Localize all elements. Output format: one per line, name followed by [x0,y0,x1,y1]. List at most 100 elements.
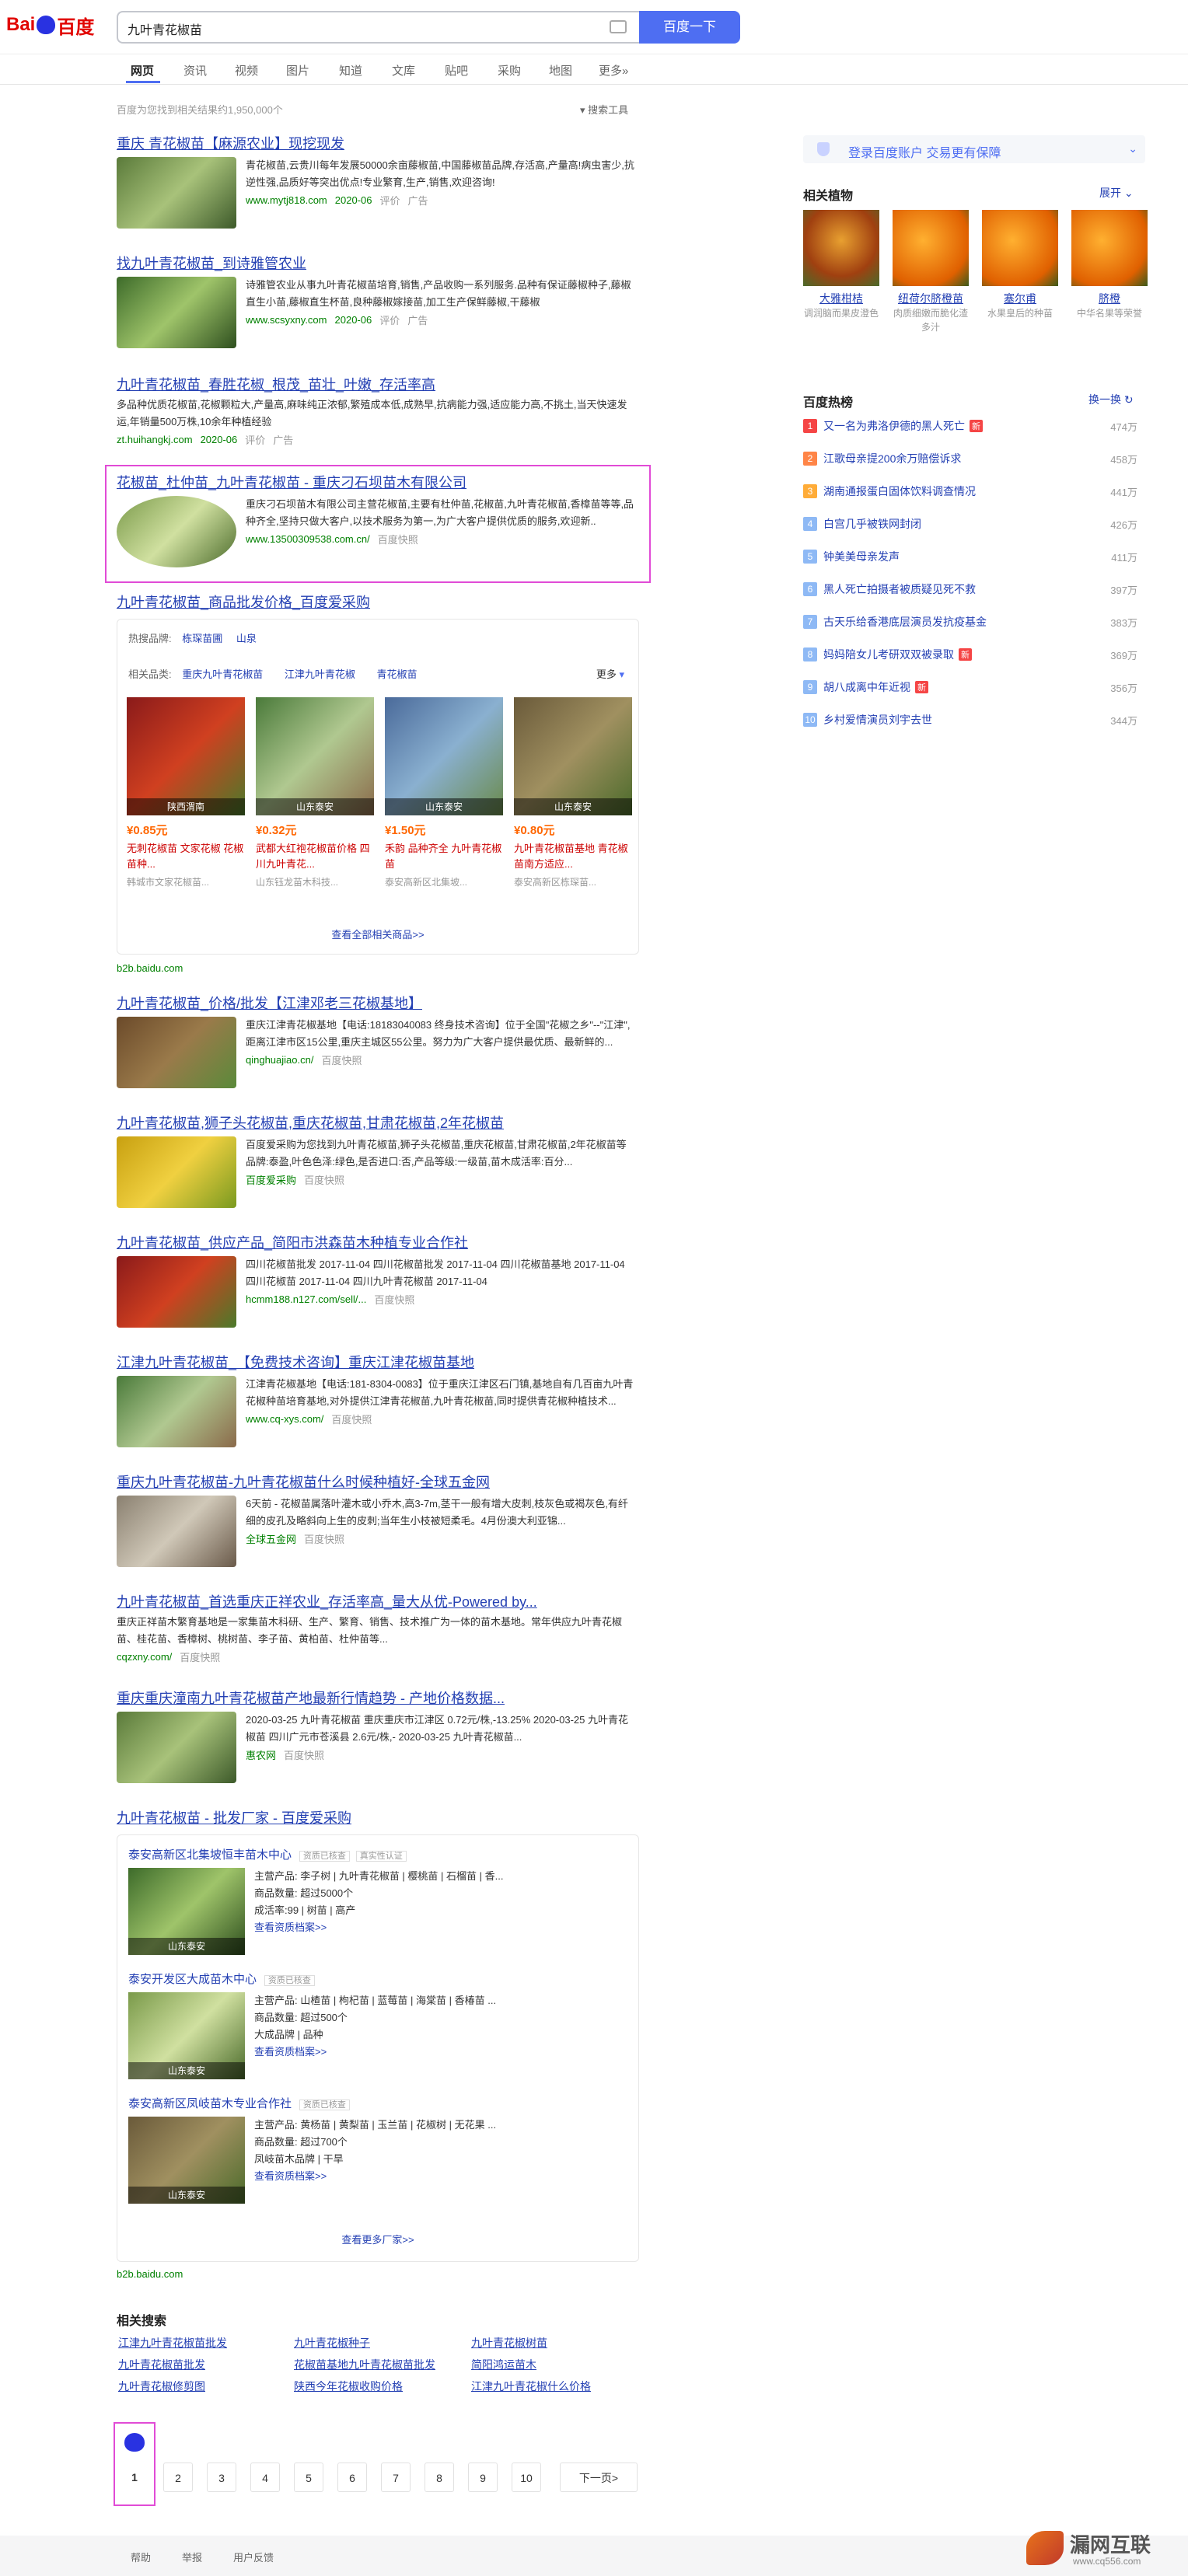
hot-title[interactable]: 妈妈陪女儿考研双双被录取 [823,647,954,662]
product-item[interactable]: 山东泰安 ¥0.32元 武都大红袍花椒苗价格 四川九叶青花... 山东钰龙苗木科… [256,697,374,888]
snapshot-link[interactable]: 百度快照 [331,1412,372,1426]
hot-title[interactable]: 钟美美母亲发声 [823,549,900,564]
refresh-button[interactable]: 换一换 ↻ [1088,392,1134,407]
result-url[interactable]: hcmm188.n127.com/sell/... [246,1293,366,1305]
related-search-item[interactable]: 花椒苗基地九叶青花椒苗批发 [294,2357,435,2372]
result-thumbnail[interactable] [117,1712,236,1783]
hot-title[interactable]: 黑人死亡拍摄者被质疑见死不救 [823,581,976,597]
hot-title[interactable]: 乡村爱情演员刘宇去世 [823,712,932,728]
plant-card[interactable]: 纽荷尔脐橙苗 肉质细嫩而脆化渣多汁 [893,210,969,334]
page-10[interactable]: 10 [512,2463,541,2492]
result-title[interactable]: 九叶青花椒苗_价格/批发【江津邓老三花椒基地】 [117,993,638,1014]
result-url[interactable]: www.13500309538.com.cn/ [246,533,370,545]
factory-name[interactable]: 泰安开发区大成苗木中心 [128,1973,257,1986]
tab-image[interactable]: 图片 [286,62,309,79]
plant-card[interactable]: 塞尔甫 水果皇后的种苗 [982,210,1058,320]
hot-item[interactable]: 6 黑人死亡拍摄者被质疑见死不救 397万 [803,575,1137,603]
product-item[interactable]: 山东泰安 ¥1.50元 禾韵 品种齐全 九叶青花椒苗 泰安高新区北集坡... [385,697,503,888]
result-thumbnail[interactable] [117,1256,236,1328]
result-title[interactable]: 九叶青花椒苗,狮子头花椒苗,重庆花椒苗,甘肃花椒苗,2年花椒苗 [117,1113,638,1133]
related-category[interactable]: 重庆九叶青花椒苗 [182,668,263,680]
snapshot-link[interactable]: 百度快照 [180,1649,220,1664]
tab-map[interactable]: 地图 [549,62,572,79]
result-url[interactable]: b2b.baidu.com [117,2268,183,2280]
snapshot-link[interactable]: 百度快照 [304,1531,344,1546]
hot-title[interactable]: 胡八成离中年近视 [823,679,910,695]
product-title[interactable]: 武都大红袍花椒苗价格 四川九叶青花... [256,841,374,872]
plant-image[interactable] [893,210,969,286]
product-image[interactable]: 山东泰安 [385,697,503,815]
hot-item[interactable]: 5 钟美美母亲发声 411万 [803,543,1137,571]
related-search-item[interactable]: 九叶青花椒苗批发 [118,2357,205,2372]
result-rate[interactable]: 评价 [379,193,400,208]
plant-image[interactable] [803,210,879,286]
page-2[interactable]: 2 [163,2463,193,2492]
hot-item[interactable]: 7 古天乐给香港底层演员发抗疫基金 383万 [803,608,1137,636]
page-8[interactable]: 8 [425,2463,454,2492]
tab-zhidao[interactable]: 知道 [339,62,362,79]
factory-profile-link[interactable]: 查看资质档案>> [254,2168,620,2185]
hot-item[interactable]: 1 又一名为弗洛伊德的黑人死亡新 474万 [803,412,1137,440]
related-search-item[interactable]: 九叶青花椒修剪图 [118,2379,205,2394]
tab-video[interactable]: 视频 [235,62,258,79]
product-title[interactable]: 禾韵 品种齐全 九叶青花椒苗 [385,841,503,872]
plant-image[interactable] [1071,210,1148,286]
tab-news[interactable]: 资讯 [183,62,207,79]
result-url[interactable]: www.mytj818.com [246,194,327,206]
plant-name[interactable]: 塞尔甫 [982,291,1058,306]
result-thumbnail[interactable] [117,277,236,348]
hot-title[interactable]: 又一名为弗洛伊德的黑人死亡 [823,418,965,434]
tab-tieba[interactable]: 贴吧 [445,62,468,79]
result-thumbnail[interactable] [117,157,236,229]
product-title[interactable]: 九叶青花椒苗基地 青花椒苗南方适应... [514,841,632,872]
factory-profile-link[interactable]: 查看资质档案>> [254,2044,620,2061]
tab-web[interactable]: 网页 [131,62,154,79]
hot-brand[interactable]: 栋琛苗圃 [182,633,222,644]
result-url[interactable]: 全球五金网 [246,1531,296,1546]
plant-name[interactable]: 脐橙 [1071,291,1148,306]
result-title[interactable]: 重庆重庆潼南九叶青花椒苗产地最新行情趋势 - 产地价格数据... [117,1688,638,1709]
camera-icon[interactable] [610,20,627,33]
factory-name[interactable]: 泰安高新区凤岐苗木专业合作社 [128,2097,292,2110]
factory-name[interactable]: 泰安高新区北集坡恒丰苗木中心 [128,1848,292,1862]
product-title[interactable]: 无刺花椒苗 文家花椒 花椒苗种... [127,841,245,872]
related-category[interactable]: 江津九叶青花椒 [285,668,355,680]
product-item[interactable]: 山东泰安 ¥0.80元 九叶青花椒苗基地 青花椒苗南方适应... 泰安高新区栋琛… [514,697,632,888]
factory-image[interactable]: 山东泰安 [128,2117,245,2204]
hot-item[interactable]: 3 湖南通报蛋白固体饮料调查情况 441万 [803,477,1137,505]
result-url[interactable]: cqzxny.com/ [117,1651,172,1663]
search-tools[interactable]: ▾ 搜索工具 [580,102,628,117]
related-search-item[interactable]: 江津九叶青花椒什么价格 [471,2379,591,2394]
search-box[interactable]: 九叶青花椒苗 [117,11,639,44]
hot-title[interactable]: 湖南通报蛋白固体饮料调查情况 [823,483,976,499]
factory-profile-link[interactable]: 查看资质档案>> [254,1919,620,1936]
product-item[interactable]: 陕西渭南 ¥0.85元 无刺花椒苗 文家花椒 花椒苗种... 韩城市文家花椒苗.… [127,697,245,888]
result-url[interactable]: zt.huihangkj.com [117,434,193,445]
related-search-item[interactable]: 陕西今年花椒收购价格 [294,2379,403,2394]
result-title[interactable]: 九叶青花椒苗_春胜花椒_根茂_苗壮_叶嫩_存活率高 [117,375,638,395]
search-button[interactable]: 百度一下 [639,11,740,44]
hot-item[interactable]: 4 白宫几乎被铁网封闭 426万 [803,510,1137,538]
result-thumbnail[interactable] [117,1496,236,1567]
more-link[interactable]: 更多 ▾ [596,666,624,681]
page-1[interactable]: 1 [120,2463,149,2492]
tab-wenku[interactable]: 文库 [392,62,415,79]
result-title[interactable]: 花椒苗_杜仲苗_九叶青花椒苗 - 重庆刁石坝苗木有限公司 [117,473,638,493]
snapshot-link[interactable]: 百度快照 [374,1292,414,1307]
plant-name[interactable]: 大雅柑桔 [803,291,879,306]
result-thumbnail[interactable] [117,1136,236,1208]
plant-image[interactable] [982,210,1058,286]
page-6[interactable]: 6 [337,2463,367,2492]
factory-image[interactable]: 山东泰安 [128,1868,245,1955]
result-url[interactable]: www.scsyxny.com [246,314,327,326]
page-7[interactable]: 7 [381,2463,411,2492]
page-3[interactable]: 3 [207,2463,236,2492]
hot-item[interactable]: 8 妈妈陪女儿考研双双被录取新 369万 [803,641,1137,668]
result-url[interactable]: 惠农网 [246,1747,276,1762]
result-title[interactable]: 重庆九叶青花椒苗-九叶青花椒苗什么时候种植好-全球五金网 [117,1472,638,1492]
factory-image[interactable]: 山东泰安 [128,1992,245,2079]
snapshot-link[interactable]: 百度快照 [284,1747,324,1762]
hot-item[interactable]: 10 乡村爱情演员刘宇去世 344万 [803,706,1137,734]
view-more-factories[interactable]: 查看更多厂家>> [117,2232,638,2246]
related-search-item[interactable]: 简阳鸿运苗木 [471,2357,536,2372]
